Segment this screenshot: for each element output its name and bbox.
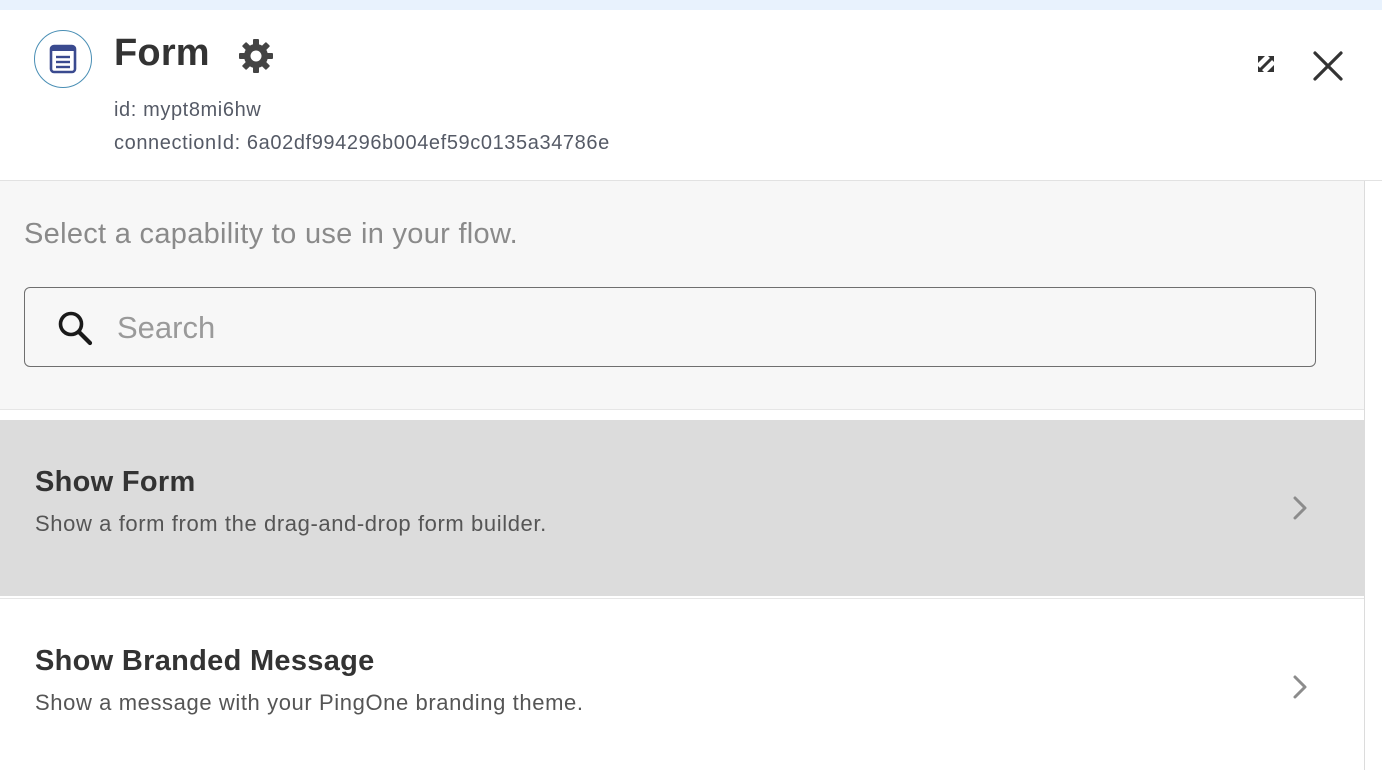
search-icon (58, 311, 93, 346)
capability-item-show-form[interactable]: Show Form Show a form from the drag-and-… (0, 420, 1364, 596)
search-box[interactable] (24, 287, 1316, 367)
capability-title: Show Branded Message (35, 645, 375, 677)
capability-item-show-branded-message[interactable]: Show Branded Message Show a message with… (0, 598, 1364, 774)
node-header: Form id: mypt8mi6hw connectionId: 6a02df… (0, 10, 1382, 181)
capability-search-area: Select a capability to use in your flow. (0, 181, 1364, 410)
form-document-icon (34, 30, 92, 88)
capability-hint: Select a capability to use in your flow. (24, 218, 518, 250)
node-title: Form (114, 32, 210, 74)
capability-panel: Select a capability to use in your flow.… (0, 181, 1365, 774)
chevron-right-icon (1293, 496, 1307, 520)
chevron-right-icon (1293, 675, 1307, 699)
connection-id-text: connectionId: 6a02df994296b004ef59c0135a… (114, 132, 610, 154)
top-strip (0, 0, 1382, 10)
collapse-arrows-icon[interactable] (1250, 48, 1282, 80)
capability-description: Show a message with your PingOne brandin… (35, 690, 584, 715)
node-id-text: id: mypt8mi6hw (114, 99, 262, 121)
search-input[interactable] (115, 300, 1299, 356)
close-icon[interactable] (1308, 46, 1348, 86)
gear-icon[interactable] (236, 36, 276, 76)
capability-title: Show Form (35, 466, 196, 498)
capability-description: Show a form from the drag-and-drop form … (35, 511, 547, 536)
